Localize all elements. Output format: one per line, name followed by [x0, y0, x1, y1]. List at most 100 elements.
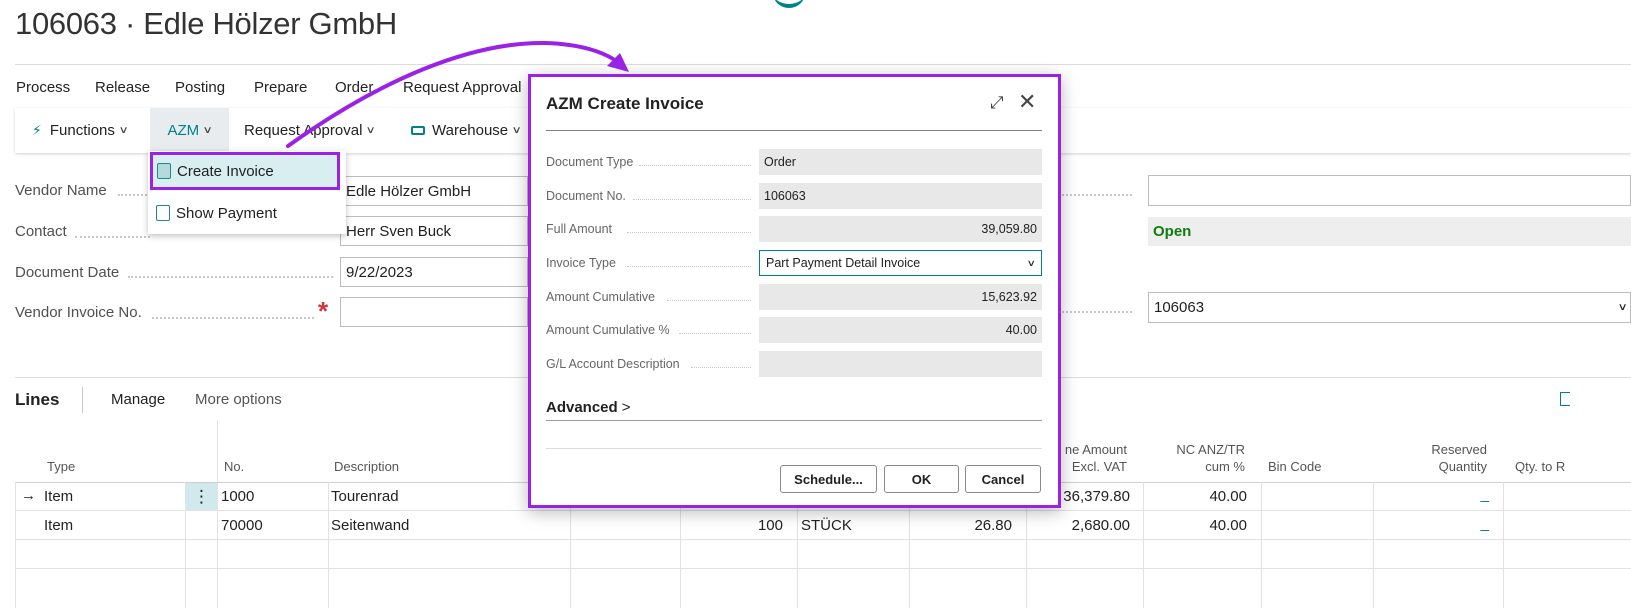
chevron-right-icon: >	[621, 399, 631, 416]
dotted-leader	[691, 367, 751, 368]
chevron-down-icon: ∨	[1027, 257, 1037, 268]
column-header-no[interactable]: No.	[224, 458, 244, 475]
grid-line	[1143, 482, 1144, 608]
dialog-title: AZM Create Invoice	[546, 94, 704, 113]
chevron-down-icon: ∨	[202, 125, 213, 136]
chevron-down-icon: ∨	[118, 125, 129, 136]
amount-cumulative-pct-field: 40.00	[759, 317, 1042, 343]
expand-icon[interactable]: ⤢	[990, 93, 1004, 113]
warehouse-icon	[411, 126, 425, 135]
request-approval-button[interactable]: Request Approval ∨	[244, 108, 377, 153]
column-header-reserved-qty[interactable]: Reserved Quantity	[1395, 441, 1487, 475]
full-amount-label: Full Amount	[546, 222, 613, 236]
column-header-qty-to[interactable]: Qty. to R	[1515, 458, 1565, 475]
schedule-button[interactable]: Schedule...	[780, 465, 877, 493]
full-amount-field: 39,059.80	[759, 216, 1042, 242]
dialog-divider	[546, 130, 1042, 131]
invoice-icon	[157, 163, 171, 179]
row-type[interactable]: Item	[44, 488, 73, 505]
row-reserved-qty[interactable]: _	[1445, 515, 1489, 532]
grid-line	[328, 482, 329, 608]
menu-process[interactable]: Process	[16, 79, 70, 96]
ok-button[interactable]: OK	[884, 465, 959, 493]
payment-icon	[156, 205, 170, 221]
row-description[interactable]: Seitenwand	[331, 517, 409, 534]
close-icon[interactable]: ✕	[1018, 89, 1036, 115]
row-unit-cost[interactable]: 26.80	[912, 517, 1012, 534]
menu-request-approval[interactable]: Request Approval	[403, 79, 521, 96]
header-decoration	[773, 0, 805, 8]
chevron-down-icon: ∨	[365, 125, 377, 136]
advanced-divider	[546, 420, 1042, 421]
column-header-description[interactable]: Description	[334, 458, 399, 475]
gl-account-description-label: G/L Account Description	[546, 357, 680, 371]
dotted-leader	[679, 333, 751, 334]
row-quantity[interactable]: 100	[683, 517, 783, 534]
show-payment-menu-item[interactable]: Show Payment	[148, 194, 346, 232]
status-field: Open	[1148, 217, 1631, 246]
document-type-label: Document Type	[546, 155, 634, 169]
amount-cumulative-pct-label: Amount Cumulative %	[546, 323, 670, 337]
lines-separator	[82, 387, 83, 413]
tab-more-options[interactable]: More options	[195, 391, 282, 408]
row-description[interactable]: Tourenrad	[331, 488, 399, 505]
grid-line	[15, 568, 1631, 569]
menu-release[interactable]: Release	[95, 79, 150, 96]
vendor-name-field[interactable]: Edle Hölzer GmbH	[340, 176, 528, 206]
document-type-field: Order	[759, 149, 1042, 175]
grid-line	[217, 420, 218, 608]
no-select[interactable]: 106063 ∨	[1148, 292, 1631, 323]
row-nc-anz[interactable]: 40.00	[1147, 488, 1247, 505]
required-indicator: *	[318, 296, 329, 326]
lightning-icon: ⚡	[32, 122, 42, 138]
invoice-type-label: Invoice Type	[546, 256, 616, 270]
column-header-bin-code[interactable]: Bin Code	[1268, 458, 1321, 475]
tab-manage[interactable]: Manage	[111, 391, 165, 408]
azm-create-invoice-dialog: AZM Create Invoice ⤢ ✕ Document Type Ord…	[528, 74, 1061, 508]
dotted-leader	[152, 317, 314, 319]
column-header-type[interactable]: Type	[47, 458, 75, 475]
row-line-amount[interactable]: 2,680.00	[1030, 517, 1130, 534]
footer-divider	[546, 448, 1042, 449]
header-divider	[15, 64, 1631, 65]
vendor-name-label: Vendor Name	[15, 182, 107, 199]
expand-icon[interactable]	[1560, 392, 1570, 406]
chevron-down-icon: ∨	[511, 125, 522, 136]
functions-button[interactable]: ⚡ Functions ∨	[32, 108, 129, 153]
row-no[interactable]: 70000	[221, 517, 263, 534]
dotted-leader	[128, 276, 333, 278]
row-menu-button[interactable]: ⋮	[186, 483, 217, 510]
row-uom[interactable]: STÜCK	[801, 517, 852, 534]
warehouse-button[interactable]: Warehouse ∨	[411, 108, 522, 153]
right-empty-field[interactable]	[1148, 175, 1631, 206]
contact-label: Contact	[15, 223, 67, 240]
dotted-leader	[1062, 194, 1132, 196]
invoice-type-select[interactable]: Part Payment Detail Invoice ∨	[759, 250, 1042, 276]
cancel-button[interactable]: Cancel	[965, 465, 1041, 493]
column-header-nc-anz[interactable]: NC ANZ/TR cum %	[1155, 441, 1245, 475]
row-nc-anz[interactable]: 40.00	[1147, 517, 1247, 534]
grid-line	[1503, 482, 1504, 608]
grid-line	[15, 482, 16, 608]
create-invoice-menu-item-highlighted[interactable]: Create Invoice	[151, 153, 339, 189]
amount-cumulative-label: Amount Cumulative	[546, 290, 656, 304]
menu-prepare[interactable]: Prepare	[254, 79, 307, 96]
menu-posting[interactable]: Posting	[175, 79, 225, 96]
contact-field[interactable]: Herr Sven Buck	[340, 216, 528, 246]
vendor-invoice-no-field[interactable]	[340, 297, 528, 327]
menu-order[interactable]: Order	[335, 79, 373, 96]
azm-button[interactable]: AZM ∨	[150, 108, 229, 153]
dotted-leader	[1062, 311, 1132, 313]
dotted-leader	[627, 266, 751, 267]
row-type[interactable]: Item	[44, 517, 73, 534]
grid-line	[1261, 482, 1262, 608]
advanced-toggle[interactable]: Advanced >	[546, 399, 630, 416]
row-reserved-qty[interactable]: _	[1445, 486, 1489, 503]
document-date-label: Document Date	[15, 264, 120, 281]
document-no-field: 106063	[759, 183, 1042, 209]
grid-line	[15, 510, 1631, 511]
grid-line	[1373, 482, 1374, 608]
current-row-arrow: →	[21, 487, 36, 504]
document-date-field[interactable]: 9/22/2023	[340, 257, 528, 287]
row-no[interactable]: 1000	[221, 488, 254, 505]
